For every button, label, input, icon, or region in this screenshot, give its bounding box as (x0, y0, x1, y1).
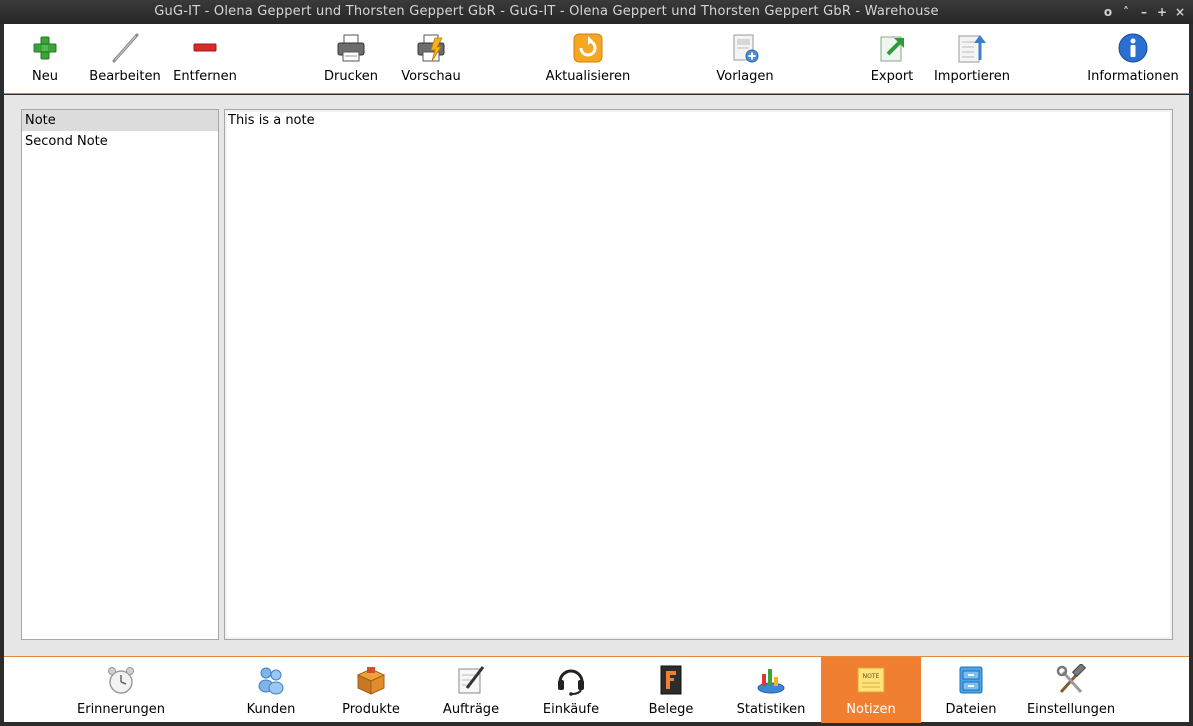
nav-item-customers[interactable]: Kunden (221, 657, 321, 723)
preview-button[interactable]: Vorschau (396, 30, 466, 90)
nav-label: Notizen (846, 702, 896, 717)
alarm-clock-icon (108, 667, 134, 694)
menu-button[interactable]: o (1101, 4, 1115, 20)
nav-item-files[interactable]: Dateien (921, 657, 1021, 723)
main-content: Note Second Note This is a note (4, 95, 1189, 656)
pencil-icon (112, 33, 139, 63)
headset-icon (558, 669, 584, 696)
window-title: GuG-IT - Olena Geppert und Thorsten Gepp… (154, 4, 939, 19)
notes-list[interactable]: Note Second Note (21, 109, 219, 640)
template-add-icon (733, 34, 759, 63)
new-button[interactable]: Neu (10, 30, 80, 90)
list-item[interactable]: Note (22, 110, 218, 131)
nav-label: Produkte (342, 702, 400, 717)
refresh-button[interactable]: Aktualisieren (538, 30, 638, 90)
receipt-icon (660, 665, 682, 695)
svg-text:NOTE: NOTE (863, 673, 880, 680)
nav-item-settings[interactable]: Einstellungen (1021, 657, 1121, 723)
nav-label: Kunden (246, 702, 296, 717)
export-label: Export (870, 69, 914, 84)
note-editor[interactable]: This is a note (224, 109, 1173, 640)
nav-item-purchases[interactable]: Einkäufe (521, 657, 621, 723)
nav-item-orders[interactable]: Aufträge (421, 657, 521, 723)
nav-label: Dateien (945, 702, 997, 717)
nav-label: Aufträge (442, 702, 500, 717)
minus-icon (193, 43, 217, 52)
maximize-button[interactable]: + (1155, 4, 1169, 20)
bottom-navigation: Erinnerungen Kunden Produkte Aufträge Ei… (4, 656, 1189, 723)
window-controls: o ˄ – + × (1101, 4, 1187, 20)
remove-label: Entfernen (173, 69, 237, 84)
import-button[interactable]: Importieren (932, 30, 1012, 90)
files-icon (959, 666, 983, 694)
edit-button[interactable]: Bearbeiten (84, 30, 166, 90)
application-window: GuG-IT - Olena Geppert und Thorsten Gepp… (0, 0, 1193, 726)
information-button[interactable]: Informationen (1086, 30, 1180, 90)
customers-icon (258, 667, 284, 695)
tools-icon (1056, 664, 1087, 694)
export-button[interactable]: Export (857, 30, 927, 90)
templates-button[interactable]: Vorlagen (704, 30, 786, 90)
information-label: Informationen (1087, 69, 1179, 84)
print-preview-icon (417, 34, 445, 62)
note-text[interactable]: This is a note (225, 110, 1172, 131)
print-label: Drucken (323, 69, 379, 84)
preview-label: Vorschau (401, 69, 461, 84)
nav-item-statistics[interactable]: Statistiken (721, 657, 821, 723)
nav-item-notes[interactable]: NOTE Notizen (821, 657, 921, 723)
shade-button[interactable]: ˄ (1119, 4, 1133, 20)
refresh-label: Aktualisieren (545, 69, 631, 84)
info-icon (1118, 33, 1148, 63)
statistics-icon (757, 669, 785, 694)
import-icon (958, 35, 986, 63)
close-button[interactable]: × (1173, 4, 1187, 20)
nav-label: Erinnerungen (77, 702, 165, 717)
list-item[interactable]: Second Note (22, 131, 218, 152)
refresh-icon (573, 33, 603, 63)
export-icon (880, 36, 904, 62)
note-icon: NOTE (857, 667, 885, 693)
new-label: Neu (32, 69, 58, 84)
remove-button[interactable]: Entfernen (170, 30, 240, 90)
nav-item-reminders[interactable]: Erinnerungen (71, 657, 171, 723)
nav-label: Statistiken (736, 702, 806, 717)
toolbar: Neu Bearbeiten Entfernen Drucken Vorscha… (4, 24, 1189, 94)
plus-icon (33, 36, 57, 60)
nav-label: Einstellungen (1026, 702, 1116, 717)
orders-icon (458, 666, 485, 694)
nav-label: Einkäufe (542, 702, 600, 717)
minimize-button[interactable]: – (1137, 4, 1151, 20)
box-icon (356, 667, 386, 695)
templates-label: Vorlagen (716, 69, 774, 84)
title-bar: GuG-IT - Olena Geppert und Thorsten Gepp… (0, 0, 1193, 24)
nav-label: Belege (648, 702, 694, 717)
print-button[interactable]: Drucken (316, 30, 386, 90)
nav-item-products[interactable]: Produkte (321, 657, 421, 723)
edit-label: Bearbeiten (89, 69, 161, 84)
nav-item-receipts[interactable]: Belege (621, 657, 721, 723)
printer-icon (337, 34, 365, 62)
import-label: Importieren (933, 69, 1011, 84)
